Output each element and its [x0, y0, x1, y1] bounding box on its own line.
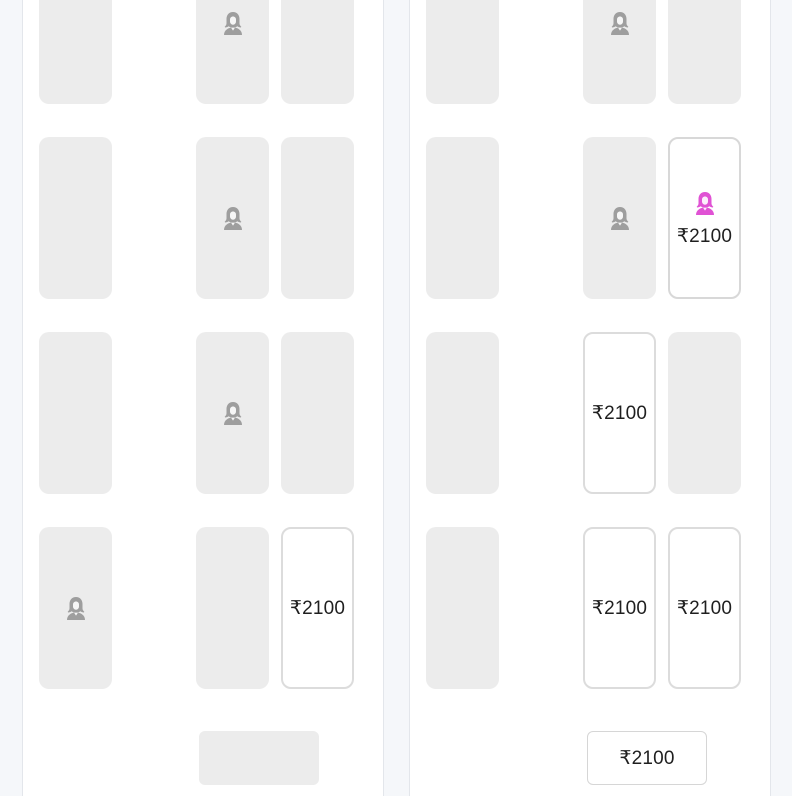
booked-ladies-sleeper-berth — [39, 527, 112, 689]
female-person-icon — [606, 9, 634, 37]
booked-sleeper-berth — [39, 0, 112, 104]
booked-sleeper-berth — [426, 137, 499, 299]
booked-sleeper-berth — [39, 332, 112, 494]
booked-sleeper-berth — [281, 137, 354, 299]
available-sleeper-berth[interactable]: ₹2100 — [583, 332, 656, 494]
booked-sleeper-berth — [426, 332, 499, 494]
available-sleeper-berth[interactable]: ₹2100 — [668, 527, 741, 689]
female-person-icon — [219, 9, 247, 37]
booked-sleeper-berth — [281, 0, 354, 104]
booked-sleeper-berth — [668, 332, 741, 494]
available-sleeper-berth[interactable]: ₹2100 — [281, 527, 354, 689]
female-person-icon — [606, 204, 634, 232]
booked-ladies-sleeper-berth — [196, 137, 269, 299]
booked-ladies-sleeper-berth — [583, 137, 656, 299]
booked-sleeper-berth — [426, 0, 499, 104]
female-person-icon — [62, 594, 90, 622]
booked-ladies-sleeper-berth — [583, 0, 656, 104]
female-person-icon — [219, 204, 247, 232]
available-seater-seat[interactable]: ₹2100 — [587, 731, 707, 785]
deck-left-panel: ₹2100 — [22, 0, 384, 796]
deck-right-panel: ₹2100 ₹2100 ₹2100 ₹2100 ₹2100 — [409, 0, 771, 796]
berth-price: ₹2100 — [591, 597, 648, 619]
female-person-icon — [219, 399, 247, 427]
booked-sleeper-berth — [196, 527, 269, 689]
berth-price: ₹2100 — [676, 597, 733, 619]
female-person-icon — [691, 189, 719, 225]
booked-ladies-sleeper-berth — [196, 332, 269, 494]
booked-sleeper-berth — [281, 332, 354, 494]
booked-sleeper-berth — [668, 0, 741, 104]
available-ladies-sleeper-berth[interactable]: ₹2100 — [668, 137, 741, 299]
booked-sleeper-berth — [39, 137, 112, 299]
booked-ladies-sleeper-berth — [196, 0, 269, 104]
seat-price: ₹2100 — [619, 747, 675, 769]
berth-price: ₹2100 — [289, 597, 346, 619]
booked-seater-seat — [199, 731, 319, 785]
available-sleeper-berth[interactable]: ₹2100 — [583, 527, 656, 689]
berth-price: ₹2100 — [676, 225, 733, 247]
booked-sleeper-berth — [426, 527, 499, 689]
berth-price: ₹2100 — [591, 402, 648, 424]
